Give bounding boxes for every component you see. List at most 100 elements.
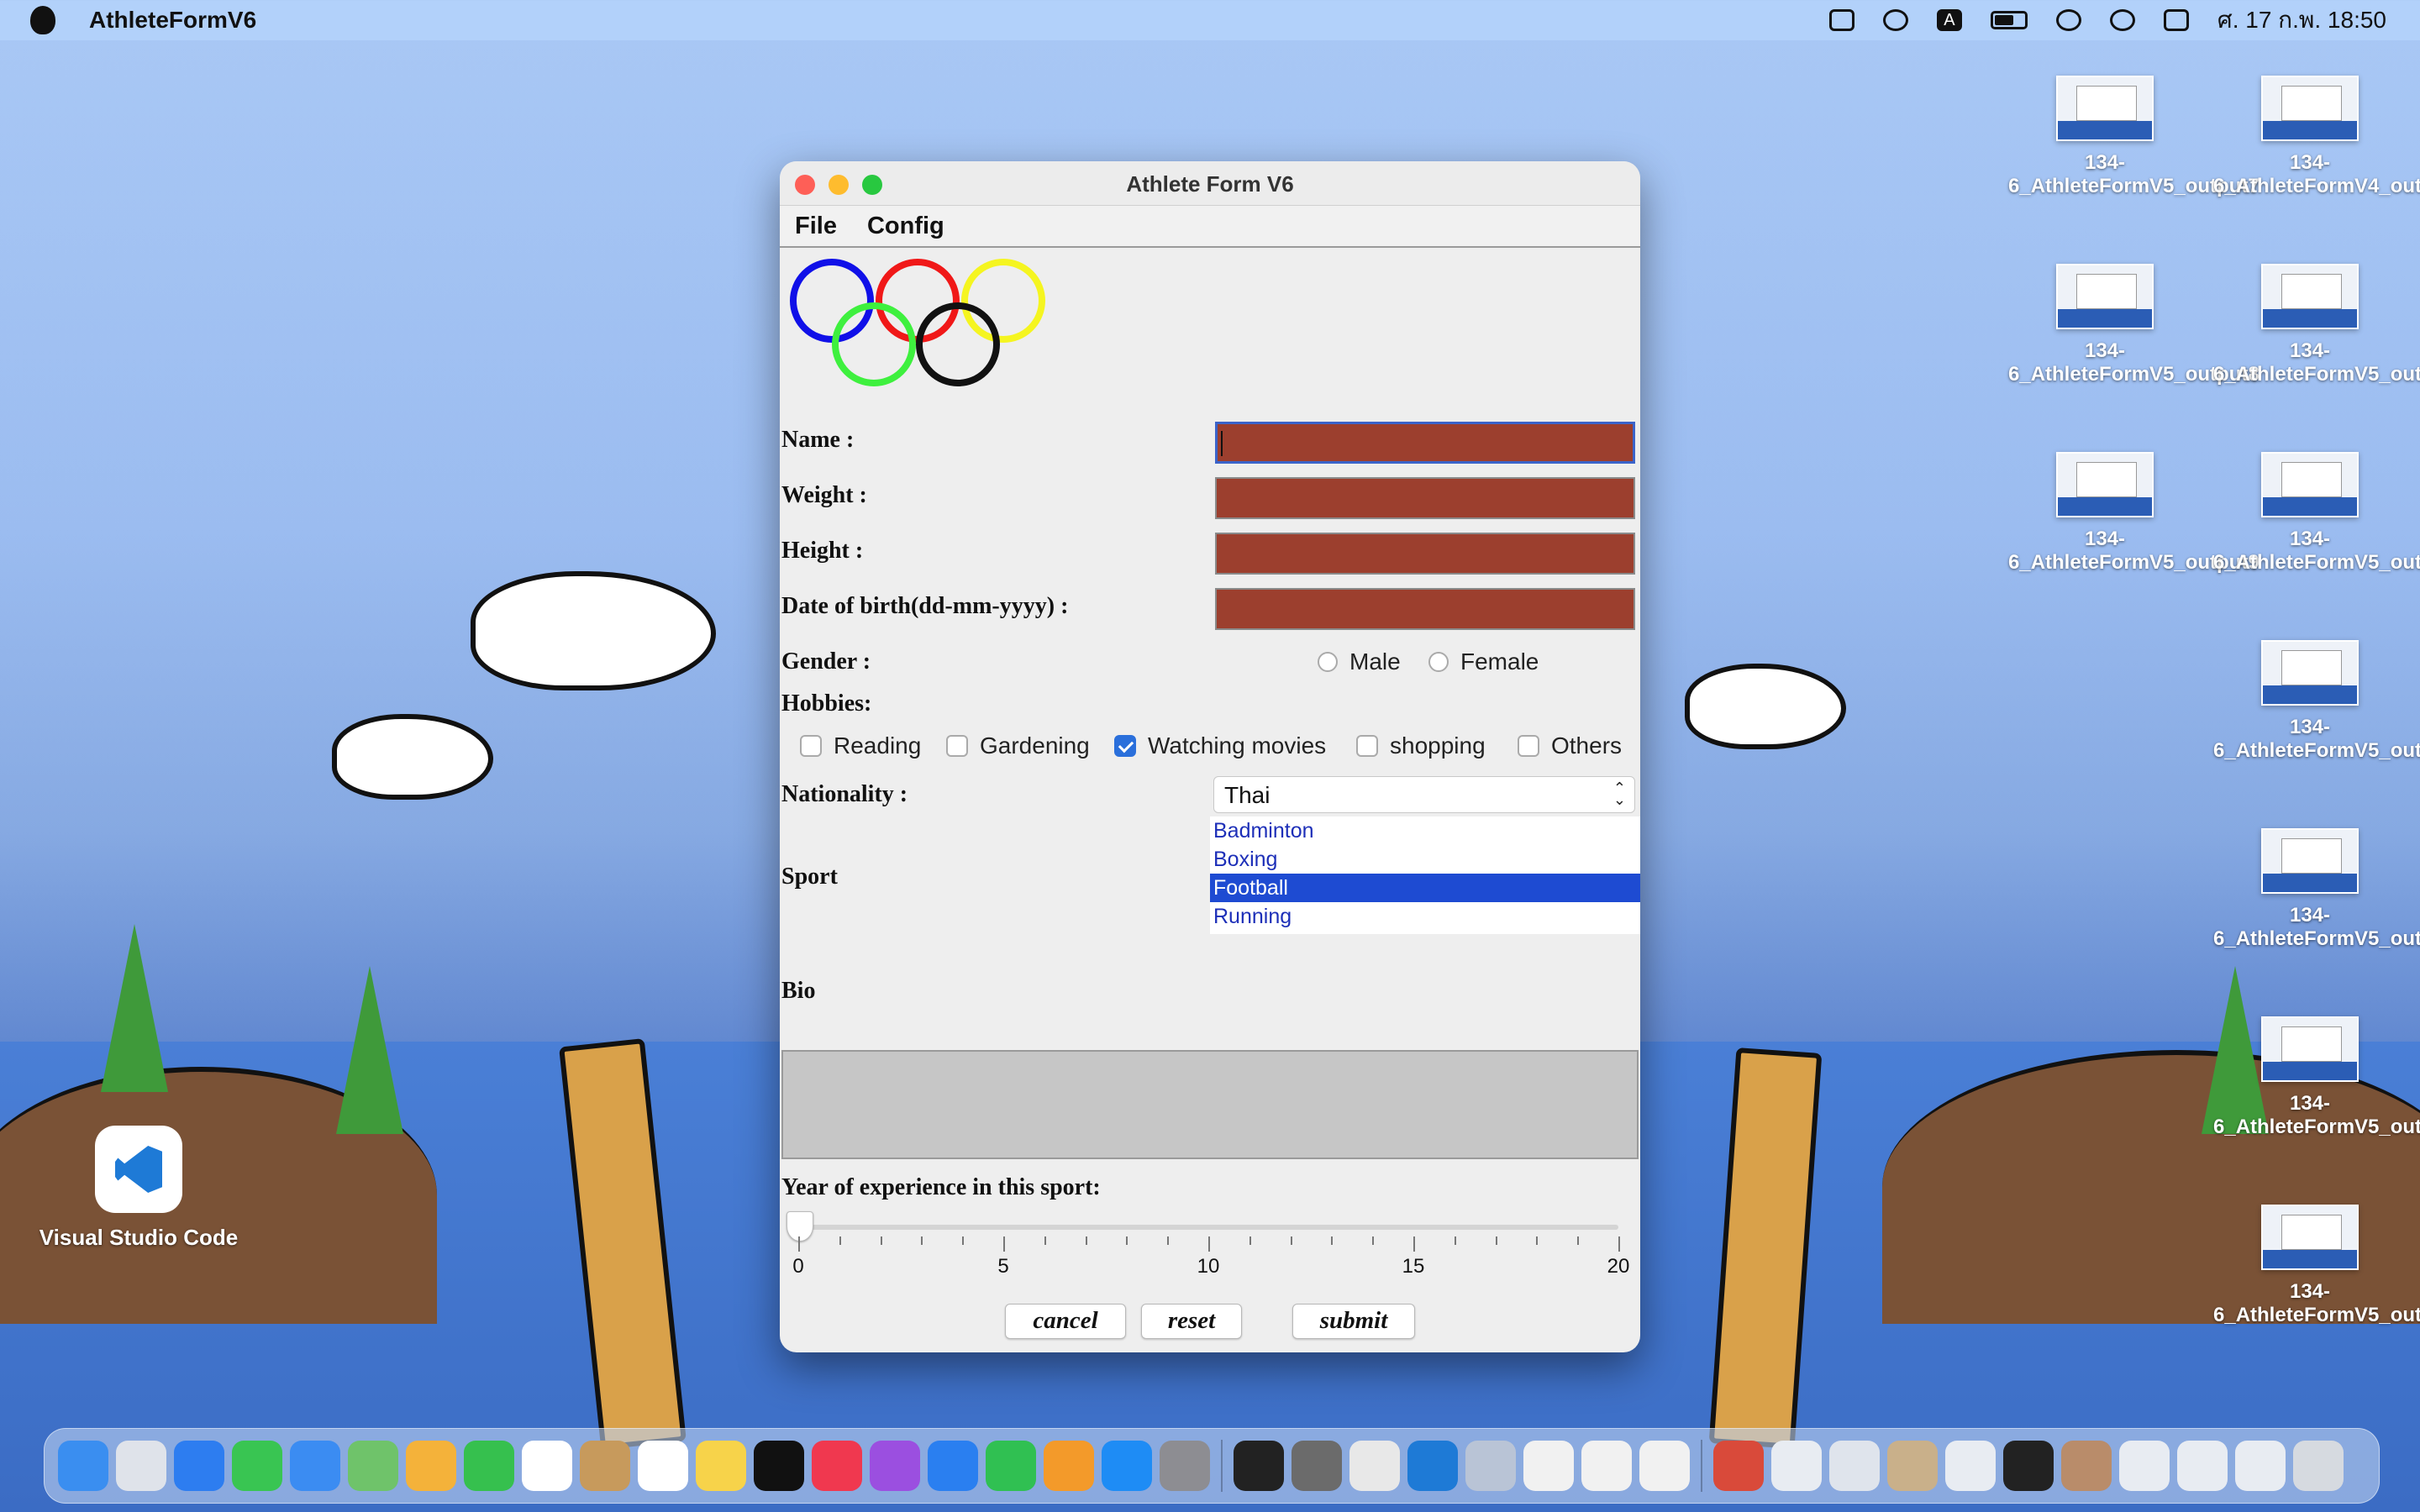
desktop-file[interactable]: 134-6_AthleteFormV5_output2 bbox=[2213, 452, 2420, 575]
recent-window-thumbnail[interactable] bbox=[1771, 1441, 1822, 1491]
app-store-icon[interactable] bbox=[1102, 1441, 1152, 1491]
desktop-file[interactable]: 134-6_AthleteFormV5_output9 bbox=[2008, 452, 2260, 575]
desktop-file[interactable]: 134-6_AthleteFormV5_output5 bbox=[2213, 1016, 2420, 1139]
vscode-desktop-icon[interactable]: Visual Studio Code bbox=[25, 1126, 252, 1251]
photos-icon[interactable] bbox=[406, 1441, 456, 1491]
nationality-select[interactable]: Thai ⌃ ⌄ bbox=[1213, 776, 1635, 813]
window-titlebar[interactable]: Athlete Form V6 bbox=[780, 161, 1640, 206]
control-center-icon[interactable] bbox=[2163, 9, 2189, 31]
desktop-file[interactable]: 134-6_AthleteFormV5_output1 bbox=[2213, 264, 2420, 386]
tv-icon[interactable] bbox=[754, 1441, 804, 1491]
weight-field[interactable] bbox=[1215, 477, 1635, 519]
male-radio[interactable] bbox=[1318, 652, 1338, 672]
java-icon[interactable] bbox=[1523, 1441, 1574, 1491]
reading-checkbox[interactable] bbox=[800, 735, 822, 757]
sport-item-football[interactable]: Football bbox=[1210, 874, 1640, 902]
recent-window-thumbnail[interactable] bbox=[1713, 1441, 1764, 1491]
menu-config[interactable]: Config bbox=[867, 213, 944, 240]
recent-window-thumbnail[interactable] bbox=[2003, 1441, 2054, 1491]
battery-icon[interactable] bbox=[1990, 11, 2028, 29]
active-app-name[interactable]: AthleteFormV6 bbox=[89, 7, 256, 34]
recent-window-thumbnail[interactable] bbox=[2119, 1441, 2170, 1491]
recent-window-thumbnail[interactable] bbox=[1887, 1441, 1938, 1491]
menu-bar-clock[interactable]: ศ. 17 ก.พ. 18:50 bbox=[2217, 2, 2386, 39]
gender-female-option[interactable]: Female bbox=[1428, 648, 1539, 675]
recent-window-thumbnail[interactable] bbox=[2061, 1441, 2112, 1491]
pages-icon[interactable] bbox=[1044, 1441, 1094, 1491]
maps-icon[interactable] bbox=[348, 1441, 398, 1491]
gardening-checkbox[interactable] bbox=[946, 735, 968, 757]
others-checkbox[interactable] bbox=[1518, 735, 1539, 757]
unity-hub-icon[interactable] bbox=[1349, 1441, 1400, 1491]
launchpad-icon[interactable] bbox=[116, 1441, 166, 1491]
search-icon[interactable] bbox=[2109, 9, 2135, 31]
name-field[interactable] bbox=[1215, 422, 1635, 464]
numbers-icon[interactable] bbox=[986, 1441, 1036, 1491]
hobby-others[interactable]: Others bbox=[1518, 732, 1622, 759]
reminders-icon[interactable] bbox=[638, 1441, 688, 1491]
menu-file[interactable]: File bbox=[795, 213, 837, 240]
desktop-file[interactable]: 134-6_AthleteFormV5_output7 bbox=[2008, 76, 2260, 198]
dock bbox=[44, 1428, 2380, 1504]
experience-label: Year of experience in this sport: bbox=[781, 1174, 1101, 1200]
vscode-dock-icon[interactable] bbox=[1407, 1441, 1458, 1491]
experience-slider-knob[interactable] bbox=[786, 1211, 813, 1242]
keychain-icon[interactable] bbox=[1292, 1441, 1342, 1491]
watching-movies-checkbox[interactable] bbox=[1114, 735, 1136, 757]
recent-window-thumbnail[interactable] bbox=[2235, 1441, 2286, 1491]
hobby-shopping[interactable]: shopping bbox=[1356, 732, 1486, 759]
slider-tick-label: 10 bbox=[1197, 1255, 1220, 1278]
notes-icon[interactable] bbox=[696, 1441, 746, 1491]
bio-textarea[interactable] bbox=[781, 1050, 1639, 1159]
keynote-icon[interactable] bbox=[928, 1441, 978, 1491]
desktop-file[interactable]: 134-6_AthleteFormV5_output4 bbox=[2213, 828, 2420, 951]
hobby-gardening[interactable]: Gardening bbox=[946, 732, 1090, 759]
facetime-icon[interactable] bbox=[464, 1441, 514, 1491]
java-icon[interactable] bbox=[1581, 1441, 1632, 1491]
music-icon[interactable] bbox=[812, 1441, 862, 1491]
dock-separator bbox=[1701, 1440, 1702, 1492]
height-field[interactable] bbox=[1215, 533, 1635, 575]
cancel-button[interactable]: cancel bbox=[1005, 1304, 1126, 1339]
desktop-file[interactable]: 134-6_AthleteFormV5_output8 bbox=[2008, 264, 2260, 386]
sport-item-badminton[interactable]: Badminton bbox=[1210, 816, 1640, 845]
terminal-icon[interactable] bbox=[1234, 1441, 1284, 1491]
recent-window-thumbnail[interactable] bbox=[1829, 1441, 1880, 1491]
hobby-reading[interactable]: Reading bbox=[800, 732, 921, 759]
input-source-icon[interactable]: A bbox=[1936, 9, 1962, 31]
sport-item-boxing[interactable]: Boxing bbox=[1210, 845, 1640, 874]
slider-tick bbox=[1085, 1236, 1087, 1245]
contacts-icon[interactable] bbox=[580, 1441, 630, 1491]
apple-icon[interactable] bbox=[30, 6, 55, 34]
sport-list[interactable]: Badminton Boxing Football Running bbox=[1210, 816, 1640, 934]
hobby-watching-movies[interactable]: Watching movies bbox=[1114, 732, 1326, 759]
experience-slider-track[interactable] bbox=[798, 1225, 1618, 1230]
calendar-icon[interactable] bbox=[522, 1441, 572, 1491]
female-radio[interactable] bbox=[1428, 652, 1449, 672]
reset-button[interactable]: reset bbox=[1141, 1304, 1242, 1339]
trash-icon[interactable] bbox=[2293, 1441, 2344, 1491]
desktop-file[interactable]: 134-6_AthleteFormV4_output1 bbox=[2213, 76, 2420, 198]
desktop-file[interactable]: 134-6_AthleteFormV5_output6 bbox=[2213, 1205, 2420, 1327]
messages-icon[interactable] bbox=[232, 1441, 282, 1491]
gender-male-option[interactable]: Male bbox=[1318, 648, 1401, 675]
play-icon[interactable] bbox=[1882, 9, 1908, 31]
wifi-icon[interactable] bbox=[2055, 9, 2081, 31]
system-settings-icon[interactable] bbox=[1160, 1441, 1210, 1491]
screen-app-icon[interactable] bbox=[1465, 1441, 1516, 1491]
recent-window-thumbnail[interactable] bbox=[1945, 1441, 1996, 1491]
mail-icon[interactable] bbox=[290, 1441, 340, 1491]
dob-label: Date of birth(dd-mm-yyyy) : bbox=[781, 593, 1069, 619]
slider-tick bbox=[1454, 1236, 1456, 1245]
submit-button[interactable]: submit bbox=[1292, 1304, 1415, 1339]
desktop-file[interactable]: 134-6_AthleteFormV5_output3 bbox=[2213, 640, 2420, 763]
safari-icon[interactable] bbox=[174, 1441, 224, 1491]
recent-window-thumbnail[interactable] bbox=[2177, 1441, 2228, 1491]
finder-icon[interactable] bbox=[58, 1441, 108, 1491]
java-icon[interactable] bbox=[1639, 1441, 1690, 1491]
podcasts-icon[interactable] bbox=[870, 1441, 920, 1491]
unity-icon[interactable] bbox=[1828, 9, 1854, 31]
sport-item-running[interactable]: Running bbox=[1210, 902, 1640, 931]
dob-field[interactable] bbox=[1215, 588, 1635, 630]
shopping-checkbox[interactable] bbox=[1356, 735, 1378, 757]
